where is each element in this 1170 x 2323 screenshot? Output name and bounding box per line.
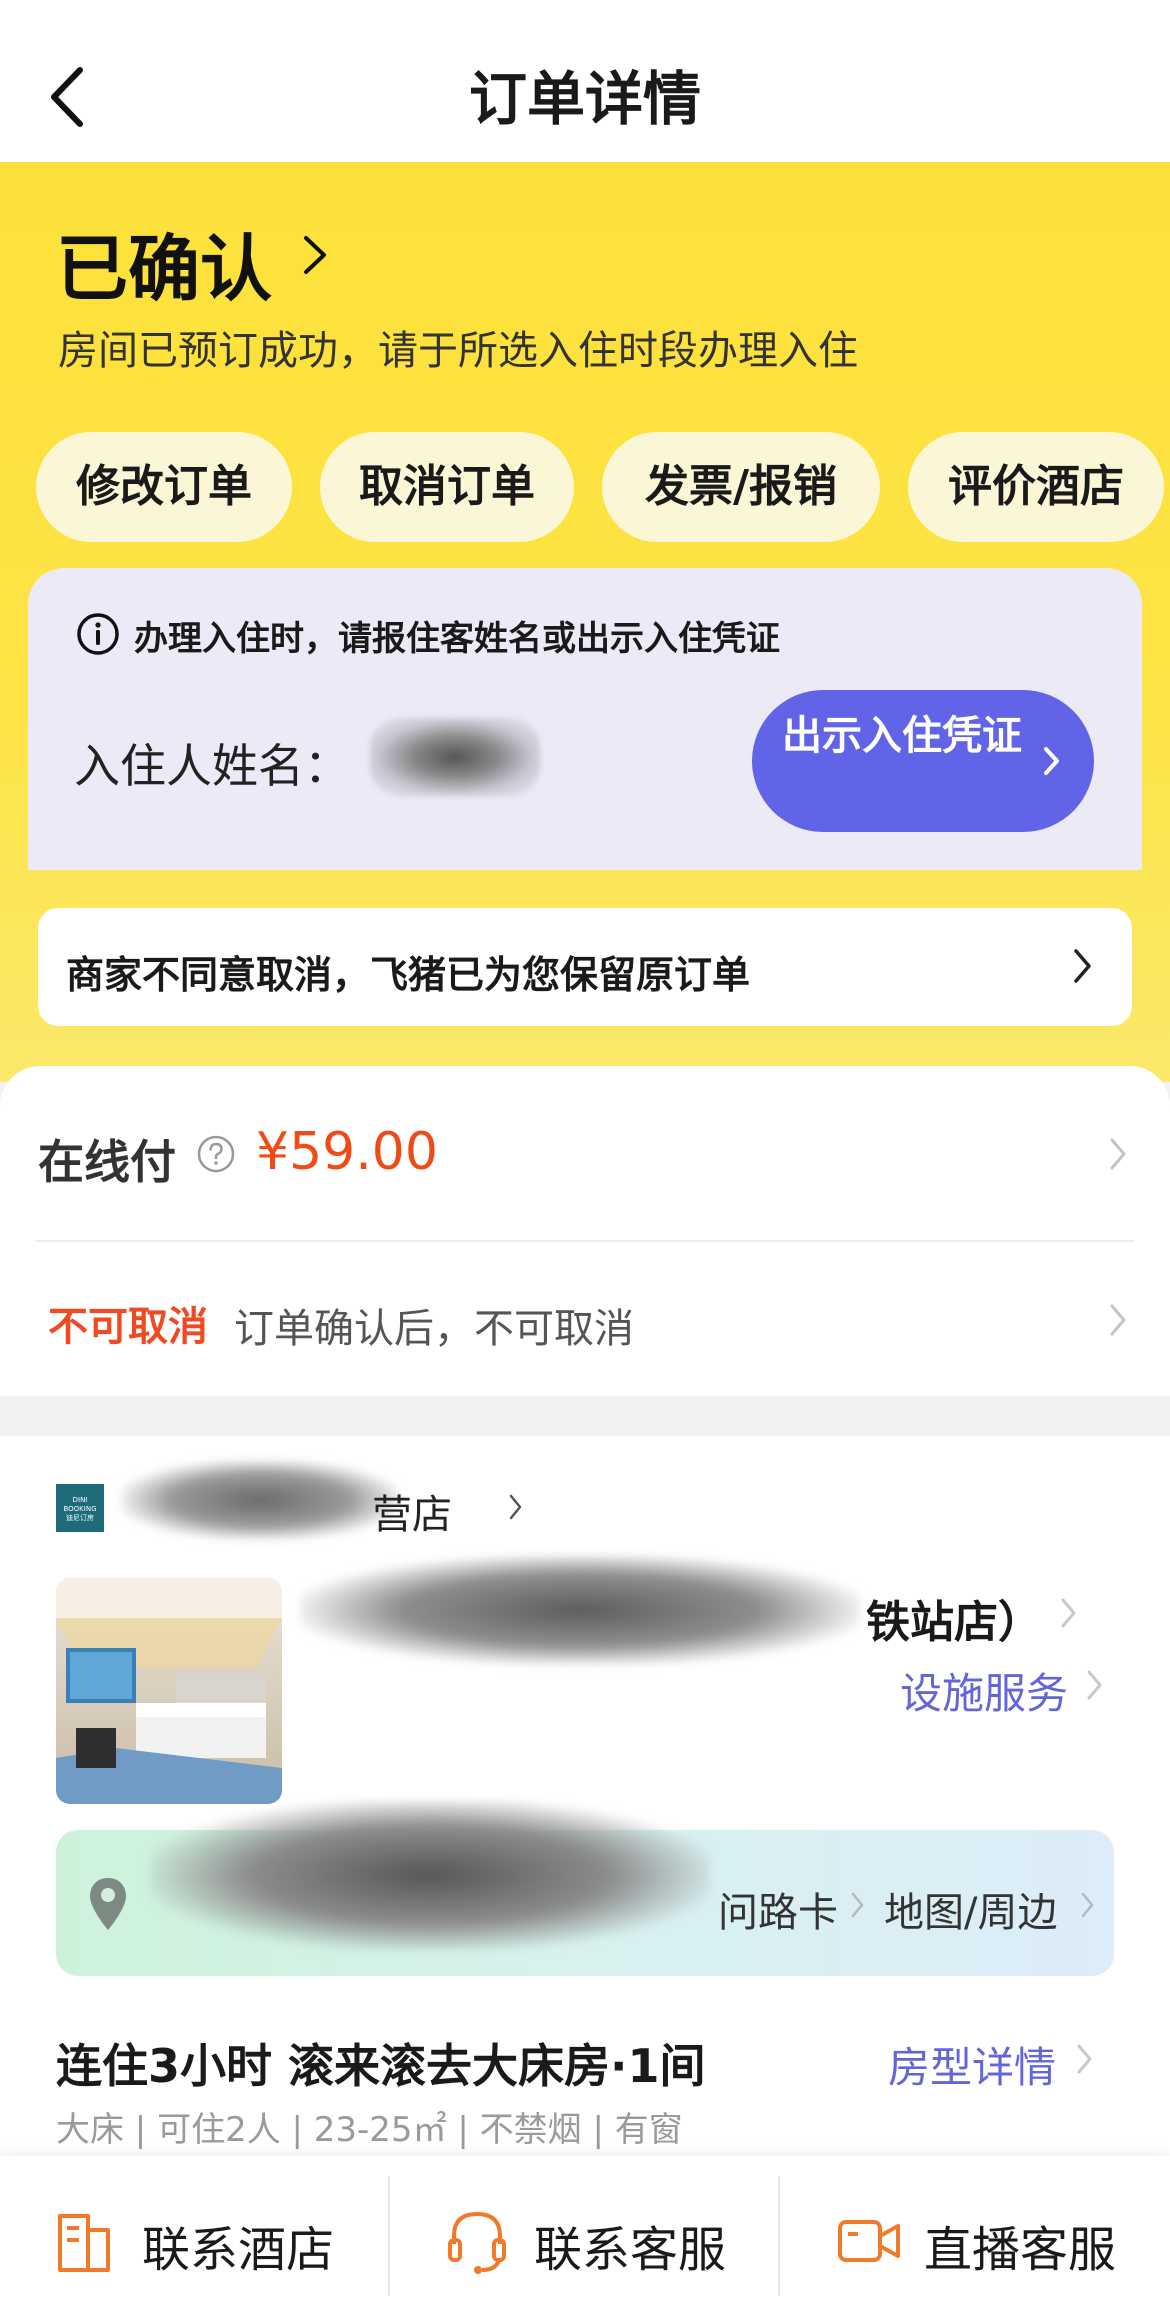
invoice-button[interactable]: 发票/报销 xyxy=(602,432,880,542)
chevron-right-icon[interactable] xyxy=(1108,1134,1128,1174)
live-service-label: 直播客服 xyxy=(924,2222,1117,2278)
order-status-title[interactable]: 已确认 xyxy=(56,210,272,315)
brand-name[interactable]: 营店 xyxy=(372,1482,452,1540)
room-specs: 大床 | 可住2人 | 23-25㎡ | 不禁烟 | 有窗 xyxy=(56,2110,683,2150)
modify-order-button[interactable]: 修改订单 xyxy=(36,432,292,542)
chevron-right-icon xyxy=(509,1494,522,1520)
divider xyxy=(778,2176,780,2296)
address-redacted xyxy=(150,1800,710,1950)
location-pin-icon xyxy=(90,1878,126,1930)
review-hotel-button[interactable]: 评价酒店 xyxy=(908,432,1164,542)
contact-service-button[interactable]: 联系客服 xyxy=(440,2196,760,2286)
contact-hotel-label: 联系酒店 xyxy=(142,2222,335,2278)
divider xyxy=(388,2176,390,2296)
show-voucher-button[interactable]: 出示入住凭证 xyxy=(752,690,1094,832)
cancel-order-button[interactable]: 取消订单 xyxy=(320,432,574,542)
hotel-name-redacted xyxy=(300,1555,860,1665)
page-title: 订单详情 xyxy=(468,65,701,133)
contact-hotel-button[interactable]: 联系酒店 xyxy=(50,2196,350,2286)
facility-services-link[interactable]: 设施服务 xyxy=(900,1660,1068,1721)
chevron-right-icon xyxy=(1087,1670,1102,1700)
payment-method-label: 在线付 xyxy=(38,1135,176,1189)
chevron-right-icon[interactable] xyxy=(300,232,330,278)
brand-logo: DINI BOOKING 迪尼订房 xyxy=(56,1484,104,1532)
cancellation-notice-text: 商家不同意取消，飞猪已为您保留原订单 xyxy=(66,953,751,997)
route-card-link[interactable]: 问路卡 xyxy=(718,1880,838,1938)
chevron-right-icon xyxy=(851,1892,864,1918)
room-title: 连住3小时 滚来滚去大床房·1间 xyxy=(56,2039,706,2093)
map-nearby-link[interactable]: 地图/周边 xyxy=(884,1880,1057,1938)
info-icon xyxy=(77,613,119,655)
contact-service-label: 联系客服 xyxy=(534,2222,727,2278)
room-detail-link[interactable]: 房型详情 xyxy=(888,2034,1056,2095)
show-voucher-label: 出示入住凭证 xyxy=(782,713,1022,759)
chevron-right-icon xyxy=(1074,949,1091,983)
order-status-description: 房间已预订成功，请于所选入住时段办理入住 xyxy=(58,328,858,374)
question-icon[interactable] xyxy=(196,1134,236,1174)
chevron-right-icon xyxy=(1081,1892,1094,1918)
divider xyxy=(36,1240,1134,1242)
hotel-name[interactable]: 铁站店） xyxy=(866,1586,1042,1650)
chevron-right-icon xyxy=(1061,1598,1076,1628)
guest-name-redacted xyxy=(370,718,540,796)
cancellation-notice[interactable]: 商家不同意取消，飞猪已为您保留原订单 xyxy=(38,908,1132,1026)
cancel-policy-tag: 不可取消 xyxy=(48,1304,208,1350)
chevron-right-icon xyxy=(1077,2044,1092,2074)
live-service-button[interactable]: 直播客服 xyxy=(830,2196,1150,2286)
checkin-tip-text: 办理入住时，请报住客姓名或出示入住凭证 xyxy=(134,619,780,659)
chevron-right-icon xyxy=(1044,747,1059,775)
video-camera-icon xyxy=(838,2220,900,2262)
chevron-right-icon[interactable] xyxy=(1108,1300,1128,1340)
headset-icon xyxy=(448,2211,506,2274)
payment-amount: ¥59.00 xyxy=(256,1122,438,1182)
brand-name-redacted xyxy=(120,1460,400,1540)
hotel-photo[interactable] xyxy=(56,1578,282,1804)
cancel-policy-description: 订单确认后，不可取消 xyxy=(234,1306,634,1352)
building-icon xyxy=(58,2214,110,2272)
guest-name-label: 入住人姓名： xyxy=(74,739,350,793)
